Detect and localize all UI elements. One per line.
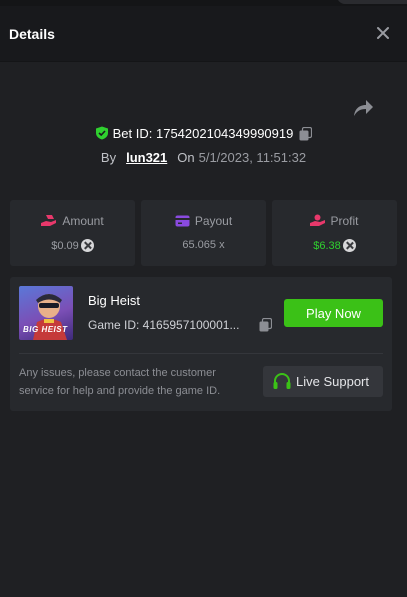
stat-profit: Profit $6.38 (272, 200, 397, 266)
game-thumbnail[interactable]: BIG HEIST (19, 286, 73, 340)
game-name: Big Heist (88, 293, 141, 308)
username-link[interactable]: lun321 (126, 150, 167, 165)
divider (19, 353, 383, 354)
by-label: By (100, 150, 117, 165)
game-card: BIG HEIST Big Heist Game ID: 41659571000… (10, 277, 392, 411)
stat-payout-label: Payout (194, 214, 233, 228)
play-now-button[interactable]: Play Now (284, 299, 383, 327)
shield-check-icon (95, 126, 108, 140)
background-overlay (337, 0, 407, 4)
card-icon (175, 215, 190, 227)
stat-amount-value: $0.09 (51, 240, 79, 252)
bet-datetime: 5/1/2023, 11:51:32 (198, 150, 307, 165)
stat-amount-value-row: $0.09 (10, 239, 135, 252)
bet-id-label: Bet ID: (112, 126, 156, 141)
game-id: Game ID: 4165957100001... (88, 318, 240, 332)
wallet-hand-icon (41, 215, 57, 226)
modal-header: Details (0, 6, 407, 62)
stat-amount: Amount $0.09 (10, 200, 135, 266)
game-thumb-logo: BIG HEIST (23, 325, 68, 334)
bet-id-row: Bet ID: 1754202104349990919 (0, 126, 407, 141)
bet-meta-row: By lun321 On 5/1/2023, 11:51:32 (0, 150, 407, 165)
stat-profit-header: Profit (272, 214, 397, 228)
live-support-label: Live Support (296, 374, 369, 389)
stat-amount-label: Amount (62, 214, 104, 228)
modal-title: Details (9, 26, 55, 42)
stat-amount-header: Amount (10, 214, 135, 228)
share-icon[interactable] (352, 98, 374, 118)
headset-icon (273, 373, 291, 389)
close-icon[interactable] (376, 26, 390, 40)
currency-icon (80, 239, 94, 252)
stat-payout-header: Payout (141, 214, 266, 228)
profit-hand-icon (310, 214, 326, 226)
bet-id-value: 1754202104349990919 (155, 126, 294, 141)
copy-icon[interactable] (259, 318, 272, 332)
stat-payout-value: 65.065 x (182, 239, 225, 251)
stat-profit-label: Profit (330, 214, 359, 228)
currency-icon (342, 239, 356, 252)
stats-row: Amount $0.09 Payout 65.065 x Profit $6.3… (10, 200, 397, 266)
live-support-button[interactable]: Live Support (263, 366, 383, 397)
stat-profit-value-row: $6.38 (272, 239, 397, 252)
on-label: On (177, 150, 195, 165)
copy-icon[interactable] (299, 127, 313, 141)
support-notice: Any issues, please contact the customer … (19, 367, 221, 397)
stat-profit-value: $6.38 (313, 240, 341, 252)
stat-payout: Payout 65.065 x (141, 200, 266, 266)
